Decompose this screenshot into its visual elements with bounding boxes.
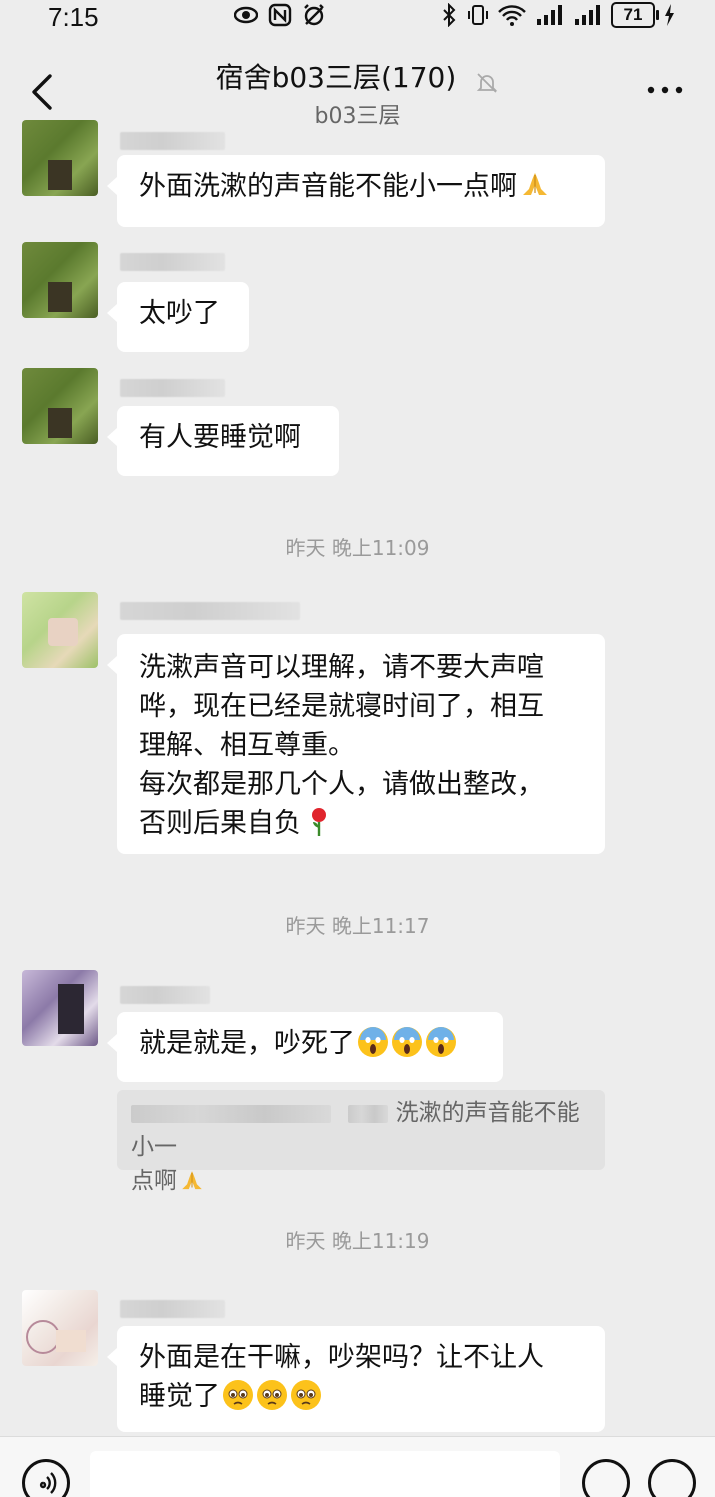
chat-title: 宿舍b03三层(170) [215,61,457,94]
pray-emoji-icon [523,173,547,195]
nfc-icon [268,3,292,27]
pleading-emoji-icon [291,1380,321,1410]
nickname-blurred [120,986,210,1004]
message-bubble[interactable]: 太吵了 [107,282,249,352]
alarm-off-icon [304,4,324,26]
message-bubble[interactable]: 就是就是，吵死了 [107,1012,503,1082]
status-bar: 7:15 71 [0,0,715,34]
quote-line-2: 点啊 [131,1164,591,1198]
chat-subtitle: b03三层 [314,104,401,129]
message-bubble[interactable]: 外面洗漱的声音能不能小一点啊 [107,155,605,227]
avatar[interactable] [22,970,98,1046]
avatar[interactable] [22,592,98,668]
bell-off-icon [477,72,498,93]
message-text-line: 洗漱声音可以理解，请不要大声喧 [139,652,544,683]
message-text: 外面洗漱的声音能不能小一点啊 [139,167,583,206]
timestamp: 昨天 晚上11:19 [285,1229,430,1253]
timestamp: 昨天 晚上11:17 [285,914,430,938]
input-bar [0,1436,715,1497]
message-input[interactable] [90,1451,560,1497]
more-dots-icon[interactable] [645,84,685,96]
nickname-blurred [120,1300,225,1318]
chat-screen: 7:15 71 宿舍b03三层(170) b03三层 外面洗漱的声音能不能小一点… [0,0,715,1497]
avatar[interactable] [22,368,98,444]
scream-emoji-icon [426,1027,456,1057]
voice-icon[interactable] [22,1459,70,1497]
wifi-icon [498,5,526,26]
bluetooth-icon [443,3,456,27]
quote-blurred-part [131,1104,331,1123]
status-right-icons: 71 [441,2,675,28]
timestamp: 昨天 晚上11:09 [285,536,430,560]
avatar[interactable] [22,120,98,196]
message-text-line: 每次都是那几个人，请做出整改， [139,769,544,800]
emoji-icon[interactable] [582,1459,630,1497]
avatar[interactable] [22,242,98,318]
message-text: 就是就是，吵死了 [139,1024,481,1063]
chat-title-wrap: 宿舍b03三层(170) [0,56,715,96]
nickname-blurred [120,253,225,271]
quote-blurred-part [348,1104,389,1123]
battery-indicator: 71 [611,2,659,28]
message-text: 太吵了 [139,298,220,329]
message-text-line: 睡觉了 [139,1377,583,1416]
pray-emoji-icon [182,1171,202,1190]
eye-icon [234,6,258,24]
message-bubble[interactable]: 洗漱声音可以理解，请不要大声喧 哗，现在已经是就寝时间了，相互 理解、相互尊重。… [107,634,605,854]
message-text-line: 否则后果自负 [139,804,583,843]
avatar[interactable] [22,1290,98,1366]
message-text: 有人要睡觉啊 [139,422,301,453]
plus-icon[interactable] [648,1459,696,1497]
message-text-line: 外面是在干嘛，吵架吗？让不让人 [139,1342,544,1373]
vibrate-icon [468,5,488,25]
message-bubble[interactable]: 有人要睡觉啊 [107,406,339,476]
nickname-blurred [120,602,300,620]
status-time: 7:15 [48,2,99,32]
signal-icon-1 [537,5,562,25]
charging-icon [665,4,674,26]
scream-emoji-icon [358,1027,388,1057]
status-left-icons [234,3,326,27]
nickname-blurred [120,379,225,397]
scream-emoji-icon [392,1027,422,1057]
chat-header: 宿舍b03三层(170) b03三层 [0,34,715,130]
quoted-message[interactable]: 洗漱的声音能不能小一 点啊 [117,1090,605,1194]
message-text-line: 理解、相互尊重。 [139,730,355,761]
message-bubble[interactable]: 外面是在干嘛，吵架吗？让不让人 睡觉了 [107,1326,605,1432]
nickname-blurred [120,132,225,150]
rose-emoji-icon [312,808,326,836]
message-text-line: 哗，现在已经是就寝时间了，相互 [139,691,544,722]
pleading-emoji-icon [223,1380,253,1410]
signal-icon-2 [575,5,600,25]
quote-line-1: 洗漱的声音能不能小一 [131,1100,580,1160]
pleading-emoji-icon [257,1380,287,1410]
